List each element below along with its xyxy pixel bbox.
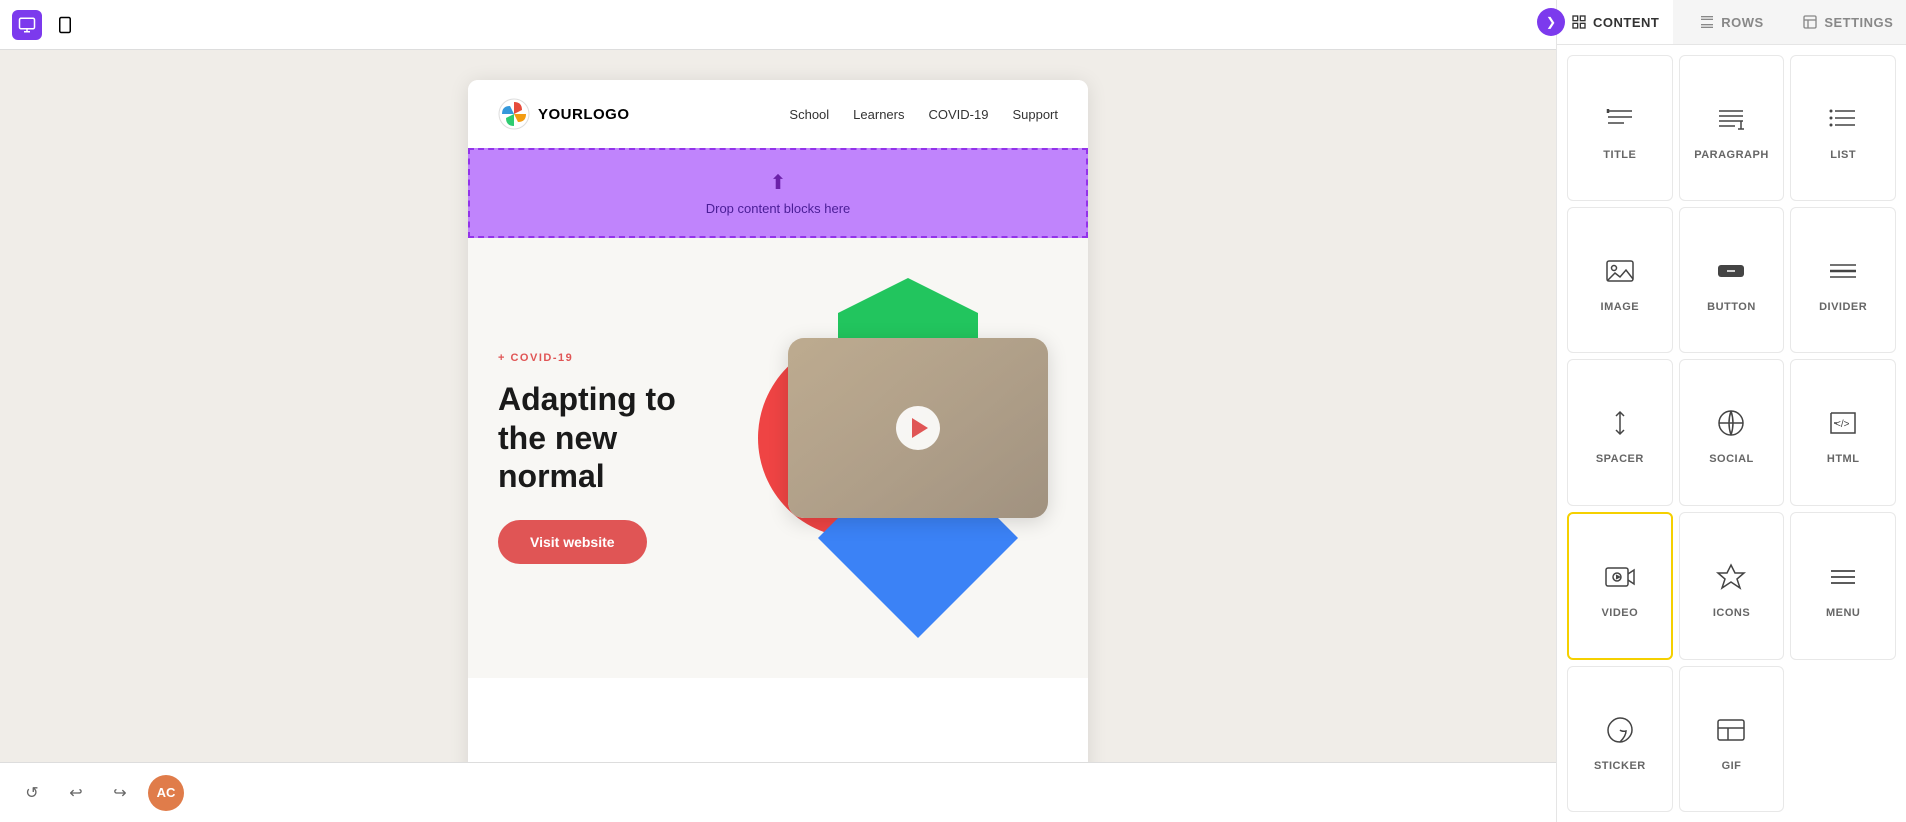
panel-tabs: ❯ CONTENT ROWS SETTINGS (1557, 0, 1906, 45)
list-icon (1823, 99, 1863, 139)
video-card[interactable] (788, 338, 1048, 518)
divider-label: DIVIDER (1819, 301, 1867, 313)
tab-content[interactable]: CONTENT (1557, 0, 1673, 44)
content-grid: TITLE PARAGRAPH (1557, 45, 1906, 822)
nav-learners[interactable]: Learners (853, 107, 904, 122)
content-item-list[interactable]: LIST (1790, 55, 1896, 201)
hero-left: + COVID-19 Adapting to the new normal Vi… (498, 352, 718, 563)
social-icon (1711, 403, 1751, 443)
content-item-html[interactable]: </> HTML (1790, 359, 1896, 505)
nav-support[interactable]: Support (1012, 107, 1058, 122)
gif-label: GIF (1722, 760, 1742, 772)
undo-button[interactable]: ↩ (60, 777, 92, 809)
video-thumbnail (788, 338, 1048, 518)
main-area: YOURLOGO School Learners COVID-19 Suppor… (0, 0, 1556, 822)
redo-button[interactable]: ↪ (104, 777, 136, 809)
user-avatar: AC (148, 775, 184, 811)
tab-settings[interactable]: SETTINGS (1790, 0, 1906, 44)
video-label: VIDEO (1601, 607, 1638, 619)
nav-school[interactable]: School (789, 107, 829, 122)
sticker-icon (1600, 710, 1640, 750)
email-nav: YOURLOGO School Learners COVID-19 Suppor… (468, 80, 1088, 148)
logo-area: YOURLOGO (498, 98, 630, 130)
svg-text:</>: </> (1835, 419, 1850, 430)
history-button[interactable]: ↺ (16, 777, 48, 809)
title-label: TITLE (1603, 149, 1636, 161)
icons-label: ICONS (1713, 607, 1750, 619)
social-label: SOCIAL (1709, 453, 1754, 465)
image-label: IMAGE (1601, 301, 1640, 313)
content-item-image[interactable]: IMAGE (1567, 207, 1673, 353)
content-item-button[interactable]: BUTTON (1679, 207, 1785, 353)
logo-text: YOURLOGO (538, 106, 630, 123)
rows-tab-icon (1699, 14, 1715, 30)
html-icon: </> (1823, 403, 1863, 443)
desktop-view-button[interactable] (12, 10, 42, 40)
content-item-spacer[interactable]: SPACER (1567, 359, 1673, 505)
mobile-view-button[interactable] (50, 10, 80, 40)
content-item-social[interactable]: SOCIAL (1679, 359, 1785, 505)
bottom-toolbar: ↺ ↩ ↪ AC (0, 762, 1556, 822)
visit-website-button[interactable]: Visit website (498, 520, 647, 564)
play-button[interactable] (896, 406, 940, 450)
settings-tab-icon (1802, 14, 1818, 30)
right-panel: ❯ CONTENT ROWS SETTINGS (1556, 0, 1906, 822)
image-icon (1600, 251, 1640, 291)
content-tab-icon (1571, 14, 1587, 30)
sticker-label: STICKER (1594, 760, 1646, 772)
covid-tag: + COVID-19 (498, 352, 718, 364)
nav-covid[interactable]: COVID-19 (928, 107, 988, 122)
paragraph-icon (1711, 99, 1751, 139)
content-item-video[interactable]: VIDEO (1567, 512, 1673, 660)
drop-zone[interactable]: ⬆ Drop content blocks here (468, 148, 1088, 238)
canvas-area: YOURLOGO School Learners COVID-19 Suppor… (0, 50, 1556, 762)
content-item-menu[interactable]: MENU (1790, 512, 1896, 660)
content-item-divider[interactable]: DIVIDER (1790, 207, 1896, 353)
top-toolbar (0, 0, 1556, 50)
divider-icon (1823, 251, 1863, 291)
icons-icon (1711, 557, 1751, 597)
email-preview: YOURLOGO School Learners COVID-19 Suppor… (468, 80, 1088, 762)
content-item-title[interactable]: TITLE (1567, 55, 1673, 201)
spacer-label: SPACER (1596, 453, 1644, 465)
spacer-icon (1600, 403, 1640, 443)
hero-right (738, 278, 1058, 638)
upload-icon: ⬆ (770, 170, 787, 195)
content-item-paragraph[interactable]: PARAGRAPH (1679, 55, 1785, 201)
content-item-gif[interactable]: GIF (1679, 666, 1785, 812)
tab-rows[interactable]: ROWS (1673, 0, 1789, 44)
content-item-icons[interactable]: ICONS (1679, 512, 1785, 660)
html-label: HTML (1827, 453, 1860, 465)
hero-section: + COVID-19 Adapting to the new normal Vi… (468, 238, 1088, 678)
panel-toggle-button[interactable]: ❯ (1537, 8, 1565, 36)
paragraph-label: PARAGRAPH (1694, 149, 1769, 161)
logo-icon (498, 98, 530, 130)
title-icon (1600, 99, 1640, 139)
video-icon (1600, 557, 1640, 597)
content-item-sticker[interactable]: STICKER (1567, 666, 1673, 812)
nav-links: School Learners COVID-19 Support (789, 107, 1058, 122)
button-label: BUTTON (1707, 301, 1756, 313)
drop-zone-text: Drop content blocks here (706, 201, 851, 216)
list-label: LIST (1830, 149, 1856, 161)
menu-icon (1823, 557, 1863, 597)
menu-label: MENU (1826, 607, 1860, 619)
button-icon (1711, 251, 1751, 291)
gif-icon (1711, 710, 1751, 750)
hero-title: Adapting to the new normal (498, 380, 718, 495)
